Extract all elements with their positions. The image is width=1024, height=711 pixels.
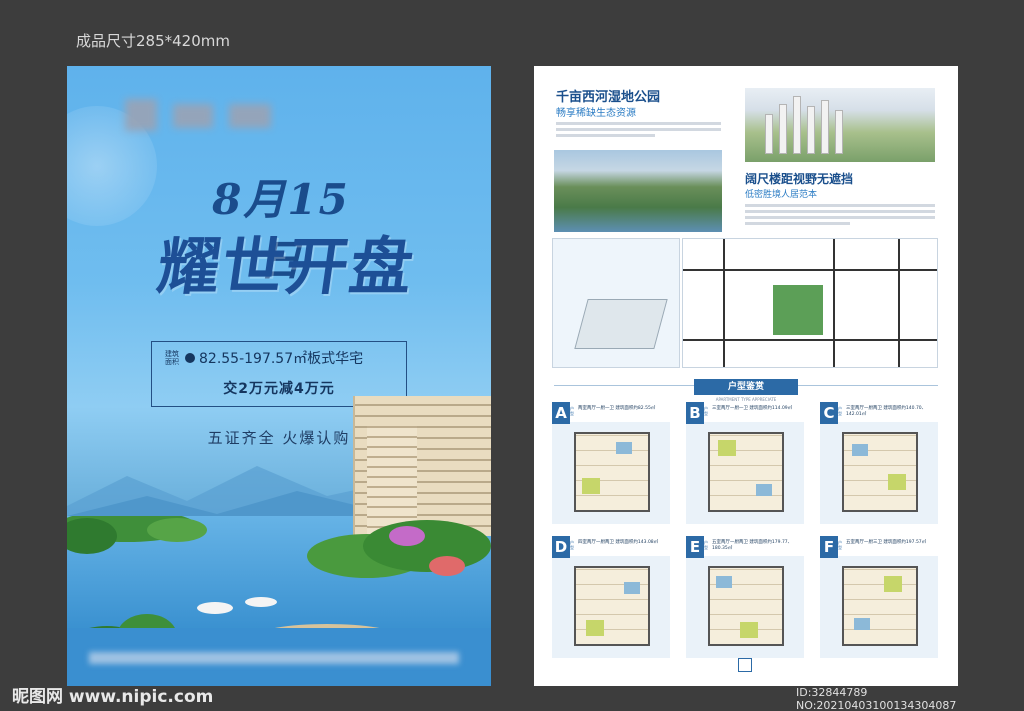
units-heading: 户型鉴赏: [694, 379, 798, 395]
unit-card-b: B 户型 三室两厅一厨一卫 建筑面积约114.09㎡: [686, 402, 804, 524]
tower: [779, 104, 787, 154]
map-road: [833, 239, 835, 367]
qr-icon: [738, 658, 752, 672]
unit-letter: C: [820, 402, 838, 424]
image-id: ID:32844789 NO:20210403100134304087: [796, 686, 957, 711]
unit-card-d: D 户型 四室两厅一厨两卫 建筑面积约143.08㎡: [552, 536, 670, 658]
footer-bar: [67, 628, 491, 686]
size-label: 成品尺寸285*420mm: [76, 32, 230, 50]
unit-card-f: F 户型 五室两厅一厨三卫 建筑面积约197.57㎡: [820, 536, 938, 658]
area-text: 82.55-197.57㎡板式华宅: [199, 351, 364, 367]
floor-plan: [842, 432, 918, 512]
floor-plan: [574, 432, 650, 512]
unit-letter: A: [552, 402, 570, 424]
community-render: [745, 88, 935, 162]
launch-title: 耀世开盘: [153, 230, 420, 303]
unit-desc: 三室两厅一厨两卫 建筑面积约140.70、142.01㎡: [846, 406, 927, 417]
location-map: [682, 238, 938, 368]
unit-desc: 五室两厅一厨两卫 建筑面积约179.77、180.35㎡: [712, 540, 793, 551]
floor-plan: [842, 566, 918, 646]
spacing-subtitle: 低密胜境人居范本: [745, 190, 818, 200]
offer-text: 交2万元减4万元: [223, 381, 335, 397]
unit-letter: B: [686, 402, 704, 424]
tower: [765, 114, 773, 154]
floor-plan: [708, 566, 784, 646]
spacing-title: 阔尺楼距视野无遮挡: [745, 172, 854, 186]
floor-plan: [708, 432, 784, 512]
blurred-contact: [89, 652, 459, 664]
site-watermark: 昵图网 www.nipic.com: [12, 687, 214, 707]
poster-front: 8月15日 耀世开盘 建筑面积 82.55-197.57㎡板式华宅 交2万元减4…: [67, 66, 491, 686]
site-plan-blocks: [574, 299, 668, 349]
unit-desc: 四室两厅一厨两卫 建筑面积约143.08㎡: [578, 540, 659, 545]
wetland-body-text: [556, 122, 721, 140]
unit-tag: 户型: [570, 406, 574, 416]
unit-letter: F: [820, 536, 838, 558]
tower: [793, 96, 801, 154]
unit-desc: 三室两厅一厨一卫 建筑面积约114.09㎡: [712, 406, 793, 411]
area-tag: 建筑面积: [165, 350, 179, 366]
wetland-title: 千亩西河湿地公园: [556, 90, 661, 105]
unit-tag: 户型: [838, 406, 842, 416]
blurred-brand: [173, 104, 213, 128]
unit-desc: 两室两厅一厨一卫 建筑面积约82.55㎡: [578, 406, 656, 411]
blurred-logo: [125, 99, 157, 131]
unit-tag: 户型: [704, 540, 708, 550]
wetland-subtitle: 畅享稀缺生态资源: [556, 108, 636, 119]
unit-letter: D: [552, 536, 570, 558]
area-row: 建筑面积 82.55-197.57㎡板式华宅: [165, 348, 363, 368]
poster-back: 千亩西河湿地公园 畅享稀缺生态资源 阔尺楼距视野无遮挡 低密胜境人居范本 户型鉴…: [534, 66, 958, 686]
unit-tag: 户型: [838, 540, 842, 550]
unit-card-e: E 户型 五室两厅一厨两卫 建筑面积约179.77、180.35㎡: [686, 536, 804, 658]
bullet-icon: [185, 353, 195, 363]
blurred-brand: [229, 104, 271, 128]
unit-tag: 户型: [570, 540, 574, 550]
unit-card-c: C 户型 三室两厅一厨两卫 建筑面积约140.70、142.01㎡: [820, 402, 938, 524]
floor-plan: [574, 566, 650, 646]
unit-letter: E: [686, 536, 704, 558]
spacing-body-text: [745, 204, 935, 228]
map-park: [773, 285, 823, 335]
map-road: [898, 239, 900, 367]
wetland-photo: [554, 150, 722, 232]
unit-tag: 户型: [704, 406, 708, 416]
unit-desc: 五室两厅一厨三卫 建筑面积约197.57㎡: [846, 540, 927, 545]
unit-card-a: A 户型 两室两厅一厨一卫 建筑面积约82.55㎡: [552, 402, 670, 524]
map-road: [723, 239, 725, 367]
site-plan: [552, 238, 680, 368]
tower: [835, 110, 843, 154]
tower: [821, 100, 829, 154]
tower: [807, 106, 815, 154]
